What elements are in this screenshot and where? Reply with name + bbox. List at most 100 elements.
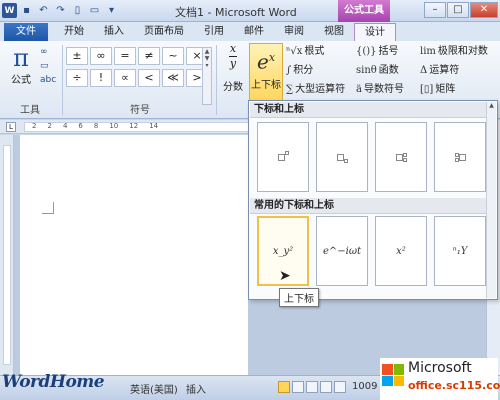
base-box-icon — [336, 153, 344, 161]
sub-box-icon — [402, 157, 407, 162]
script-icon: ex — [250, 44, 282, 76]
ruler-numbers: 2 2 4 6 8 10 12 14 — [32, 122, 158, 130]
integral-label: 积分 — [293, 65, 314, 76]
wordhome-watermark: WordHome — [2, 372, 105, 392]
tab-references[interactable]: 引用 — [194, 23, 234, 41]
open-folder-icon[interactable]: ▭ — [87, 3, 102, 18]
sub-superscript-tile[interactable] — [375, 122, 427, 192]
symbol-tilde[interactable]: ~ — [162, 47, 184, 65]
tooltip: 上下标 — [279, 288, 319, 307]
superscript-tile[interactable] — [257, 122, 309, 192]
fraction-label: 分数 — [223, 82, 243, 93]
tab-page-layout[interactable]: 页面布局 — [134, 23, 194, 41]
language-status[interactable]: 英语(美国) — [130, 381, 178, 396]
ruler-number: 2 — [32, 122, 37, 130]
limit-icon: lim — [420, 46, 436, 57]
tools-group-label: 工具 — [20, 105, 40, 116]
minimize-button[interactable]: – — [424, 2, 446, 18]
microsoft-office-watermark: Microsoft office.sc115.com — [380, 358, 500, 400]
symbol-equal[interactable]: = — [114, 47, 136, 65]
new-doc-icon[interactable]: ▯ — [70, 3, 85, 18]
pi-icon: π — [13, 44, 29, 72]
tab-home[interactable]: 开始 — [54, 23, 94, 41]
close-button[interactable]: ✕ — [470, 2, 498, 18]
symbol-not-equal[interactable]: ≠ — [138, 47, 160, 65]
page-margin-marker — [42, 202, 54, 214]
sub-sup-stack — [402, 152, 407, 162]
outline-view-icon[interactable] — [320, 381, 332, 393]
symbol-gallery-scroll[interactable]: ▲ ▼ ▾ — [202, 47, 212, 105]
accent-button[interactable]: ä 导数符号 — [356, 82, 404, 98]
symbol-factorial[interactable]: ! — [90, 69, 112, 87]
print-layout-view-icon[interactable] — [278, 381, 290, 393]
full-screen-view-icon[interactable] — [292, 381, 304, 393]
symbol-less-than[interactable]: < — [138, 69, 160, 87]
tab-view[interactable]: 视图 — [314, 23, 354, 41]
common-script-left-sub-sup-y[interactable]: ⁿ₁Y — [434, 216, 486, 286]
left-sub-superscript-tile[interactable] — [434, 122, 486, 192]
large-operator-button[interactable]: ∑ 大型运算符 — [286, 82, 345, 98]
fraction-denominator: y — [229, 57, 237, 70]
professional-format-icon[interactable]: ∞ — [40, 47, 56, 57]
insert-mode-status[interactable]: 插入 — [186, 381, 206, 396]
zoom-level[interactable]: 1009 — [352, 381, 377, 392]
maximize-button[interactable]: □ — [447, 2, 469, 18]
word-logo-icon[interactable]: W — [2, 3, 17, 18]
vertical-ruler — [0, 135, 14, 375]
structures-col-1: ⁿ√x 根式 ∫ 积分 ∑ 大型运算符 — [286, 44, 345, 98]
base-box-icon — [458, 153, 466, 161]
normal-text-icon[interactable]: abc — [40, 75, 56, 85]
common-script-e-power[interactable]: e^−iωt — [316, 216, 368, 286]
quick-access-toolbar: W ▪ ↶ ↷ ▯ ▭ ▾ — [2, 3, 119, 18]
limit-log-button[interactable]: lim 极限和对数 — [420, 44, 488, 60]
tab-insert[interactable]: 插入 — [94, 23, 134, 41]
title-bar: W ▪ ↶ ↷ ▯ ▭ ▾ 文档1 - Microsoft Word 公式工具 … — [0, 0, 500, 22]
operator-button[interactable]: Δ 运算符 — [420, 63, 488, 79]
ruler-number: 4 — [62, 122, 68, 130]
tools-small-buttons: ∞ ▭ abc — [40, 47, 56, 85]
customize-qat-icon[interactable]: ▾ — [104, 3, 119, 18]
undo-icon[interactable]: ↶ — [36, 3, 51, 18]
view-buttons — [278, 381, 346, 393]
matrix-button[interactable]: [▯] 矩阵 — [420, 82, 488, 98]
sub-box-icon — [343, 159, 348, 163]
mouse-pointer-icon: ➤ — [279, 268, 291, 284]
sup-box-icon — [284, 151, 289, 155]
ruler-number: 10 — [109, 122, 119, 130]
symbol-proportional[interactable]: ∝ — [114, 69, 136, 87]
redo-icon[interactable]: ↷ — [53, 3, 68, 18]
tab-mailings[interactable]: 邮件 — [234, 23, 274, 41]
group-divider — [62, 45, 63, 115]
radical-button[interactable]: ⁿ√x 根式 — [286, 44, 345, 60]
linear-format-icon[interactable]: ▭ — [40, 61, 56, 71]
radical-label: 根式 — [304, 46, 325, 57]
accent-icon: ä — [356, 84, 362, 95]
large-operator-label: 大型运算符 — [295, 84, 346, 95]
gallery-scrollbar[interactable]: ▲ — [486, 102, 496, 298]
script-button[interactable]: ex 上下标 — [249, 43, 283, 103]
tab-review[interactable]: 审阅 — [274, 23, 314, 41]
tab-design[interactable]: 设计 — [354, 23, 396, 41]
web-layout-view-icon[interactable] — [306, 381, 318, 393]
tab-selector-icon[interactable]: L — [6, 122, 16, 132]
symbol-divide[interactable]: ÷ — [66, 69, 88, 87]
symbol-infinity[interactable]: ∞ — [90, 47, 112, 65]
formula-button[interactable]: π 公式 — [6, 45, 36, 86]
draft-view-icon[interactable] — [334, 381, 346, 393]
document-page[interactable] — [20, 135, 248, 375]
symbol-plus-minus[interactable]: ± — [66, 47, 88, 65]
group-divider — [216, 45, 217, 115]
symbol-much-less[interactable]: ≪ — [162, 69, 184, 87]
fraction-button[interactable]: x y 分数 — [220, 43, 246, 94]
common-script-x-squared[interactable]: x² — [375, 216, 427, 286]
integral-button[interactable]: ∫ 积分 — [286, 63, 345, 79]
subscript-tile[interactable] — [316, 122, 368, 192]
window-controls: – □ ✕ — [424, 2, 498, 18]
symbol-gallery: ± ∞ = ≠ ~ × ÷ ! ∝ < ≪ > — [66, 47, 208, 87]
bracket-button[interactable]: {()} 括号 — [356, 44, 404, 60]
window-title: 文档1 - Microsoft Word — [175, 6, 297, 19]
save-icon[interactable]: ▪ — [19, 3, 34, 18]
tab-file[interactable]: 文件 — [4, 23, 48, 41]
sum-icon: ∑ — [286, 84, 294, 95]
function-button[interactable]: sinθ 函数 — [356, 63, 404, 79]
